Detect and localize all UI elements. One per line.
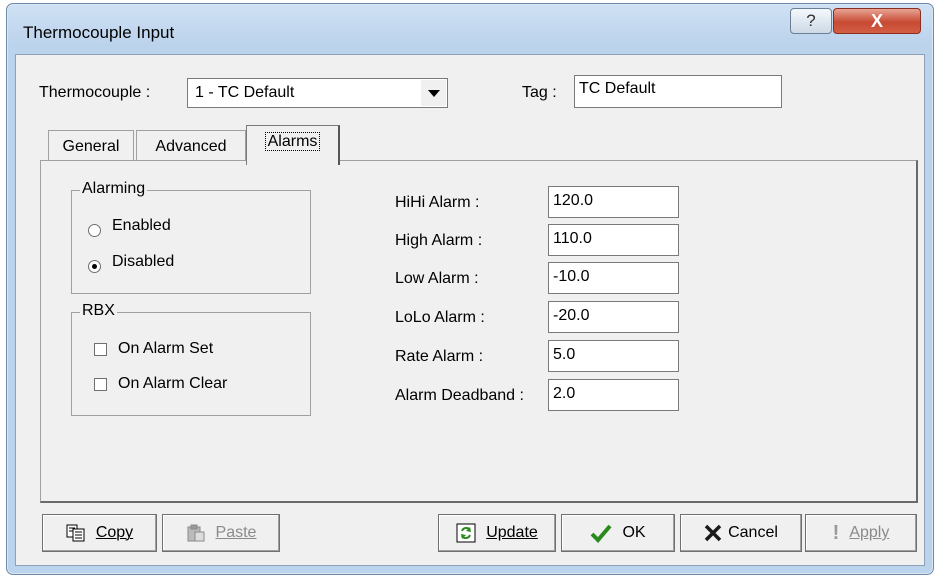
apply-button[interactable]: ! Apply <box>805 514 917 552</box>
on-alarm-clear-checkbox[interactable] <box>94 378 107 391</box>
alarm-deadband-input[interactable]: 2.0 <box>548 379 679 411</box>
cancel-button-label: Cancel <box>728 524 778 541</box>
paste-icon <box>186 524 206 542</box>
tag-input[interactable]: TC Default <box>574 75 782 108</box>
tab-general[interactable]: General <box>48 130 134 161</box>
ok-button-label: OK <box>622 524 646 541</box>
disabled-radio[interactable] <box>88 260 101 273</box>
rate-alarm-input[interactable]: 5.0 <box>548 340 679 372</box>
paste-button-label: Paste <box>215 524 257 541</box>
x-icon <box>704 524 722 542</box>
dropdown-button[interactable] <box>421 80 446 106</box>
rbx-group: RBX On Alarm Set On Alarm Clear <box>71 302 311 416</box>
update-button[interactable]: Update <box>438 514 556 552</box>
enabled-radio[interactable] <box>88 224 101 237</box>
tab-advanced-label: Advanced <box>155 138 227 155</box>
low-alarm-input[interactable]: -10.0 <box>548 262 679 294</box>
alarms-tab-panel: Alarming Enabled Disabled RBX On Alarm S… <box>40 160 918 503</box>
chevron-down-icon <box>427 89 440 97</box>
tab-alarms[interactable]: Alarms <box>246 125 340 165</box>
help-button[interactable]: ? <box>790 8 832 34</box>
rbx-group-title: RBX <box>80 302 117 320</box>
alarming-group: Alarming Enabled Disabled <box>71 180 311 294</box>
thermocouple-select[interactable]: 1 - TC Default <box>187 78 448 108</box>
rate-alarm-label: Rate Alarm : <box>395 348 484 365</box>
tab-general-label: General <box>62 138 120 155</box>
lolo-alarm-input[interactable]: -20.0 <box>548 301 679 333</box>
enabled-radio-label[interactable]: Enabled <box>112 217 171 235</box>
close-icon: X <box>870 10 883 31</box>
paste-button[interactable]: Paste <box>162 514 280 552</box>
lolo-alarm-label: LoLo Alarm : <box>395 309 485 326</box>
checkmark-icon <box>590 523 612 543</box>
copy-button[interactable]: Copy <box>42 514 157 552</box>
thermocouple-label: Thermocouple : <box>39 84 151 101</box>
exclamation-icon: ! <box>832 521 840 544</box>
ok-button[interactable]: OK <box>561 514 675 552</box>
title-bar[interactable]: Thermocouple Input ? X <box>7 4 933 54</box>
hihi-alarm-label: HiHi Alarm : <box>395 194 480 211</box>
on-alarm-set-checkbox[interactable] <box>94 343 107 356</box>
help-icon: ? <box>806 11 816 30</box>
copy-icon <box>66 524 86 542</box>
cancel-button[interactable]: Cancel <box>680 514 802 552</box>
dialog-client: Thermocouple : 1 - TC Default Tag : TC D… <box>15 54 925 566</box>
disabled-radio-label[interactable]: Disabled <box>112 253 174 271</box>
alarming-group-title: Alarming <box>80 180 148 198</box>
on-alarm-clear-label[interactable]: On Alarm Clear <box>118 375 227 393</box>
tag-label: Tag : <box>522 84 557 101</box>
window-title: Thermocouple Input <box>23 23 175 42</box>
on-alarm-set-label[interactable]: On Alarm Set <box>118 340 213 358</box>
copy-button-label: Copy <box>95 524 134 541</box>
tab-advanced[interactable]: Advanced <box>136 130 246 161</box>
dialog-window: Thermocouple Input ? X Thermocouple : 1 … <box>6 3 934 575</box>
update-button-label: Update <box>486 524 538 541</box>
high-alarm-input[interactable]: 110.0 <box>548 224 679 256</box>
alarm-deadband-label: Alarm Deadband : <box>395 387 524 404</box>
tab-alarms-label: Alarms <box>264 132 321 151</box>
low-alarm-label: Low Alarm : <box>395 270 479 287</box>
thermocouple-select-value: 1 - TC Default <box>195 84 295 101</box>
close-button[interactable]: X <box>833 8 921 34</box>
high-alarm-label: High Alarm : <box>395 232 483 249</box>
apply-button-label: Apply <box>849 524 890 541</box>
update-icon <box>456 523 476 543</box>
hihi-alarm-input[interactable]: 120.0 <box>548 186 679 218</box>
